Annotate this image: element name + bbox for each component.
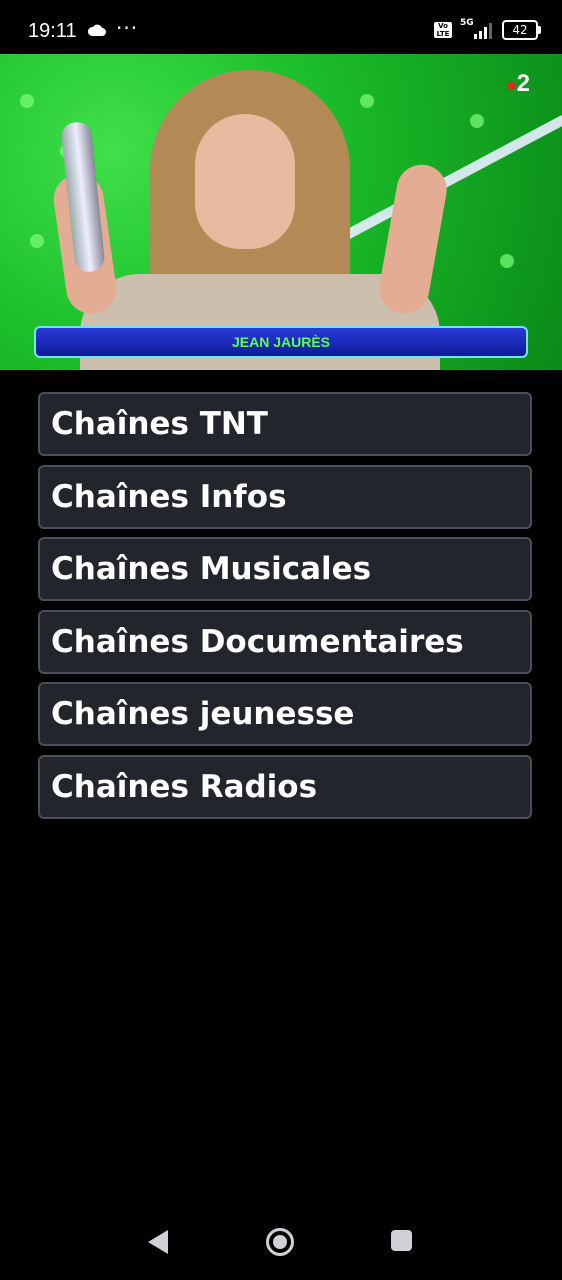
menu-item-documentaires[interactable]: Chaînes Documentaires bbox=[38, 609, 532, 674]
signal-icon: 5G bbox=[460, 18, 494, 39]
menu-item-tnt[interactable]: Chaînes TNT bbox=[38, 392, 532, 456]
recents-icon[interactable] bbox=[391, 1230, 412, 1251]
channel-logo: ●2 bbox=[505, 70, 530, 97]
status-right-icons: Vo LTE 5G 42 bbox=[434, 18, 541, 40]
channel-category-menu: Chaînes TNT Chaînes Infos Chaînes Musica… bbox=[38, 392, 532, 827]
volte-icon: Vo LTE bbox=[434, 22, 452, 38]
battery-level: 42 bbox=[512, 23, 528, 37]
lower-third-banner: JEAN JAURÈS bbox=[34, 326, 528, 358]
menu-item-jeunesse[interactable]: Chaînes jeunesse bbox=[38, 682, 532, 746]
more-notifications-icon: ··· bbox=[116, 16, 139, 40]
navigation-bar bbox=[0, 1208, 562, 1280]
network-type: 5G bbox=[460, 18, 474, 28]
battery-icon: 42 bbox=[502, 20, 541, 40]
video-player[interactable]: ●2 JEAN JAURÈS bbox=[0, 54, 562, 370]
status-time: 19:11 bbox=[28, 20, 77, 42]
menu-item-musicales[interactable]: Chaînes Musicales bbox=[38, 537, 532, 601]
status-bar: 19:11 ··· Vo LTE 5G 42 bbox=[0, 0, 562, 54]
cloud-icon bbox=[88, 24, 106, 36]
home-icon[interactable] bbox=[266, 1228, 294, 1256]
back-icon[interactable] bbox=[148, 1230, 168, 1254]
stage-light-beam bbox=[334, 113, 562, 245]
menu-item-radios[interactable]: Chaînes Radios bbox=[38, 754, 532, 819]
menu-item-infos[interactable]: Chaînes Infos bbox=[38, 464, 532, 529]
